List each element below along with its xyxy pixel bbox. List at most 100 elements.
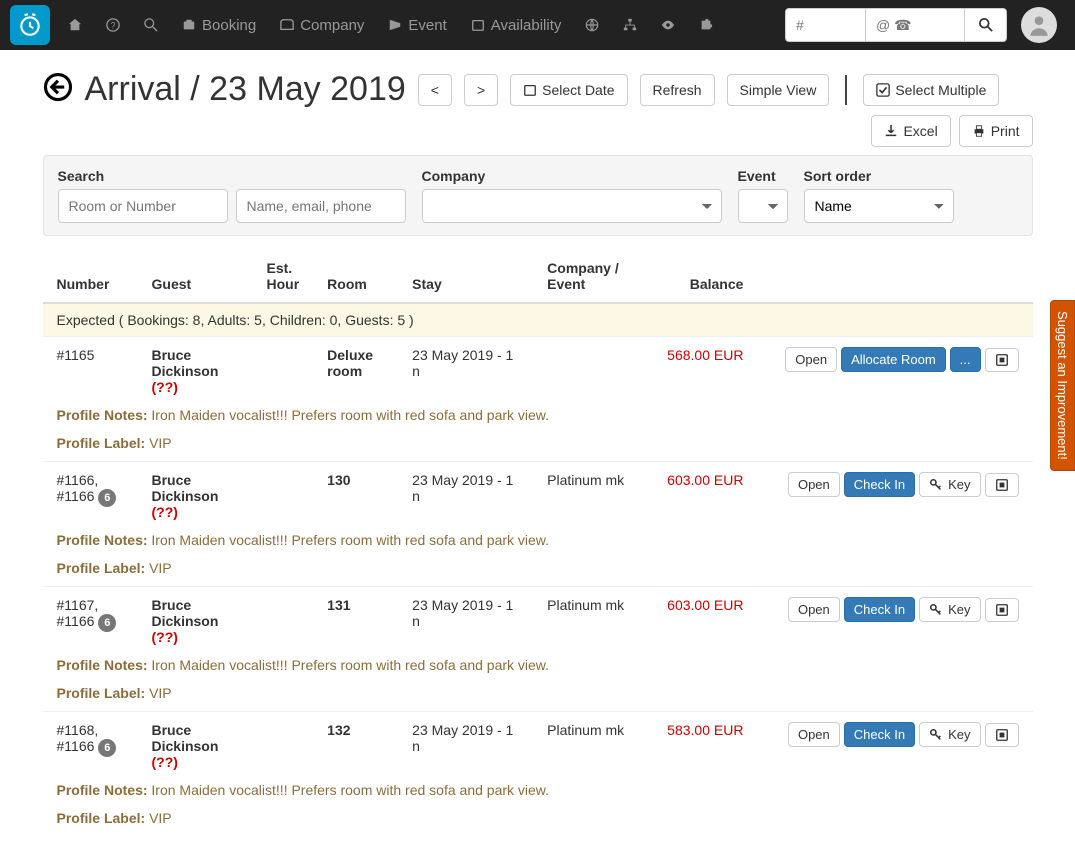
balance-cell: 568.00 EUR xyxy=(653,337,757,406)
app-logo[interactable] xyxy=(10,5,50,45)
open-button[interactable]: Open xyxy=(788,597,840,622)
profile-label-value: VIP xyxy=(149,810,172,826)
suggest-improvement-tab[interactable]: Suggest an Improvement! xyxy=(1050,300,1075,471)
open-button[interactable]: Open xyxy=(788,722,840,747)
prev-date-button[interactable]: < xyxy=(418,74,452,106)
open-button[interactable]: Open xyxy=(788,472,840,497)
expand-button[interactable] xyxy=(985,348,1019,372)
room-cell: 131 xyxy=(313,587,398,656)
company-cell: Platinum mk xyxy=(533,712,653,781)
nav-availability[interactable]: Availability xyxy=(459,0,574,50)
booking-number-2: #1166 6 xyxy=(57,738,124,757)
room-cell: Deluxe room xyxy=(313,337,398,406)
check-in-button[interactable]: Check In xyxy=(844,722,915,747)
col-number: Number xyxy=(43,250,138,303)
page-header: Arrival / 23 May 2019 < > Select Date Re… xyxy=(43,70,1033,109)
event-filter-select[interactable] xyxy=(738,189,788,223)
guest-name: Bruce Dickinson xyxy=(152,472,239,504)
stay-cell: 23 May 2019 - 1 n xyxy=(398,587,533,656)
nav-globe[interactable] xyxy=(573,0,611,50)
booking-number-2: #1166 6 xyxy=(57,488,124,507)
next-date-button[interactable]: > xyxy=(464,74,498,106)
stay-cell: 23 May 2019 - 1 n xyxy=(398,462,533,531)
est-hour-cell xyxy=(253,712,314,781)
company-cell: Platinum mk xyxy=(533,462,653,531)
nav-search-contact[interactable] xyxy=(865,8,965,42)
guest-name: Bruce Dickinson xyxy=(152,347,239,379)
group-badge: 6 xyxy=(98,489,116,507)
profile-label-label: Profile Label: xyxy=(57,435,146,451)
sort-filter-select[interactable]: Name xyxy=(804,189,954,223)
expected-summary: Expected ( Bookings: 8, Adults: 5, Child… xyxy=(43,303,1033,337)
col-balance: Balance xyxy=(653,250,757,303)
search-room-input[interactable] xyxy=(58,189,228,223)
allocate-room-button[interactable]: Allocate Room xyxy=(841,347,946,372)
guest-unknown: (??) xyxy=(152,629,239,645)
table-row: #1168,#1166 6 Bruce Dickinson(??) 132 23… xyxy=(43,712,1033,781)
guest-unknown: (??) xyxy=(152,379,239,395)
open-button[interactable]: Open xyxy=(785,347,837,372)
profile-notes-label: Profile Notes: xyxy=(57,782,148,798)
company-cell: Platinum mk xyxy=(533,587,653,656)
est-hour-cell xyxy=(253,462,314,531)
profile-notes-text: Iron Maiden vocalist!!! Prefers room wit… xyxy=(151,532,549,548)
est-hour-cell xyxy=(253,337,314,406)
nav-eye[interactable] xyxy=(649,0,687,50)
nav-help[interactable]: ? xyxy=(94,0,132,50)
print-button[interactable]: Print xyxy=(959,115,1033,147)
nav-search-number[interactable] xyxy=(785,8,865,42)
balance-cell: 583.00 EUR xyxy=(653,712,757,781)
profile-notes-text: Iron Maiden vocalist!!! Prefers room wit… xyxy=(151,782,549,798)
stay-cell: 23 May 2019 - 1 n xyxy=(398,337,533,406)
group-badge: 6 xyxy=(98,739,116,757)
key-button[interactable]: Key xyxy=(919,597,980,622)
user-avatar[interactable] xyxy=(1021,7,1057,43)
header-divider xyxy=(845,75,847,105)
profile-notes-label: Profile Notes: xyxy=(57,657,148,673)
expand-button[interactable] xyxy=(985,598,1019,622)
expand-button[interactable] xyxy=(985,723,1019,747)
nav-booking[interactable]: Booking xyxy=(170,0,268,50)
stay-cell: 23 May 2019 - 1 n xyxy=(398,712,533,781)
more-button[interactable]: ... xyxy=(950,347,981,372)
company-cell xyxy=(533,337,653,406)
sort-filter-label: Sort order xyxy=(804,168,954,184)
col-guest: Guest xyxy=(138,250,253,303)
nav-event[interactable]: Event xyxy=(376,0,458,50)
key-button[interactable]: Key xyxy=(919,722,980,747)
nav-zoom[interactable] xyxy=(132,0,170,50)
company-filter-label: Company xyxy=(422,168,722,184)
event-filter-label: Event xyxy=(738,168,788,184)
search-name-input[interactable] xyxy=(236,189,406,223)
booking-number: #1167, xyxy=(57,597,124,613)
nav-home[interactable] xyxy=(56,0,94,50)
profile-label-label: Profile Label: xyxy=(57,810,146,826)
nav-sitemap[interactable] xyxy=(611,0,649,50)
col-company: Company / Event xyxy=(533,250,653,303)
guest-name: Bruce Dickinson xyxy=(152,597,239,629)
col-est-hour: Est. Hour xyxy=(253,250,314,303)
nav-search-group xyxy=(785,8,1007,42)
expand-button[interactable] xyxy=(985,473,1019,497)
back-button[interactable] xyxy=(43,72,73,108)
check-in-button[interactable]: Check In xyxy=(844,472,915,497)
top-navbar: ? Booking Company Event Availability xyxy=(0,0,1075,50)
check-in-button[interactable]: Check In xyxy=(844,597,915,622)
export-excel-button[interactable]: Excel xyxy=(871,115,950,147)
search-label: Search xyxy=(58,168,406,184)
profile-notes-text: Iron Maiden vocalist!!! Prefers room wit… xyxy=(151,657,549,673)
nav-company[interactable]: Company xyxy=(268,0,376,50)
select-date-button[interactable]: Select Date xyxy=(510,74,627,106)
company-filter-select[interactable] xyxy=(422,189,722,223)
nav-search-button[interactable] xyxy=(965,8,1007,42)
profile-label-label: Profile Label: xyxy=(57,685,146,701)
select-multiple-button[interactable]: Select Multiple xyxy=(863,74,999,106)
col-actions xyxy=(757,250,1032,303)
refresh-button[interactable]: Refresh xyxy=(640,74,715,106)
key-button[interactable]: Key xyxy=(919,472,980,497)
guest-unknown: (??) xyxy=(152,504,239,520)
arrivals-table: Number Guest Est. Hour Room Stay Company… xyxy=(43,250,1033,836)
simple-view-button[interactable]: Simple View xyxy=(727,74,830,106)
nav-puzzle[interactable] xyxy=(687,0,725,50)
room-cell: 130 xyxy=(313,462,398,531)
